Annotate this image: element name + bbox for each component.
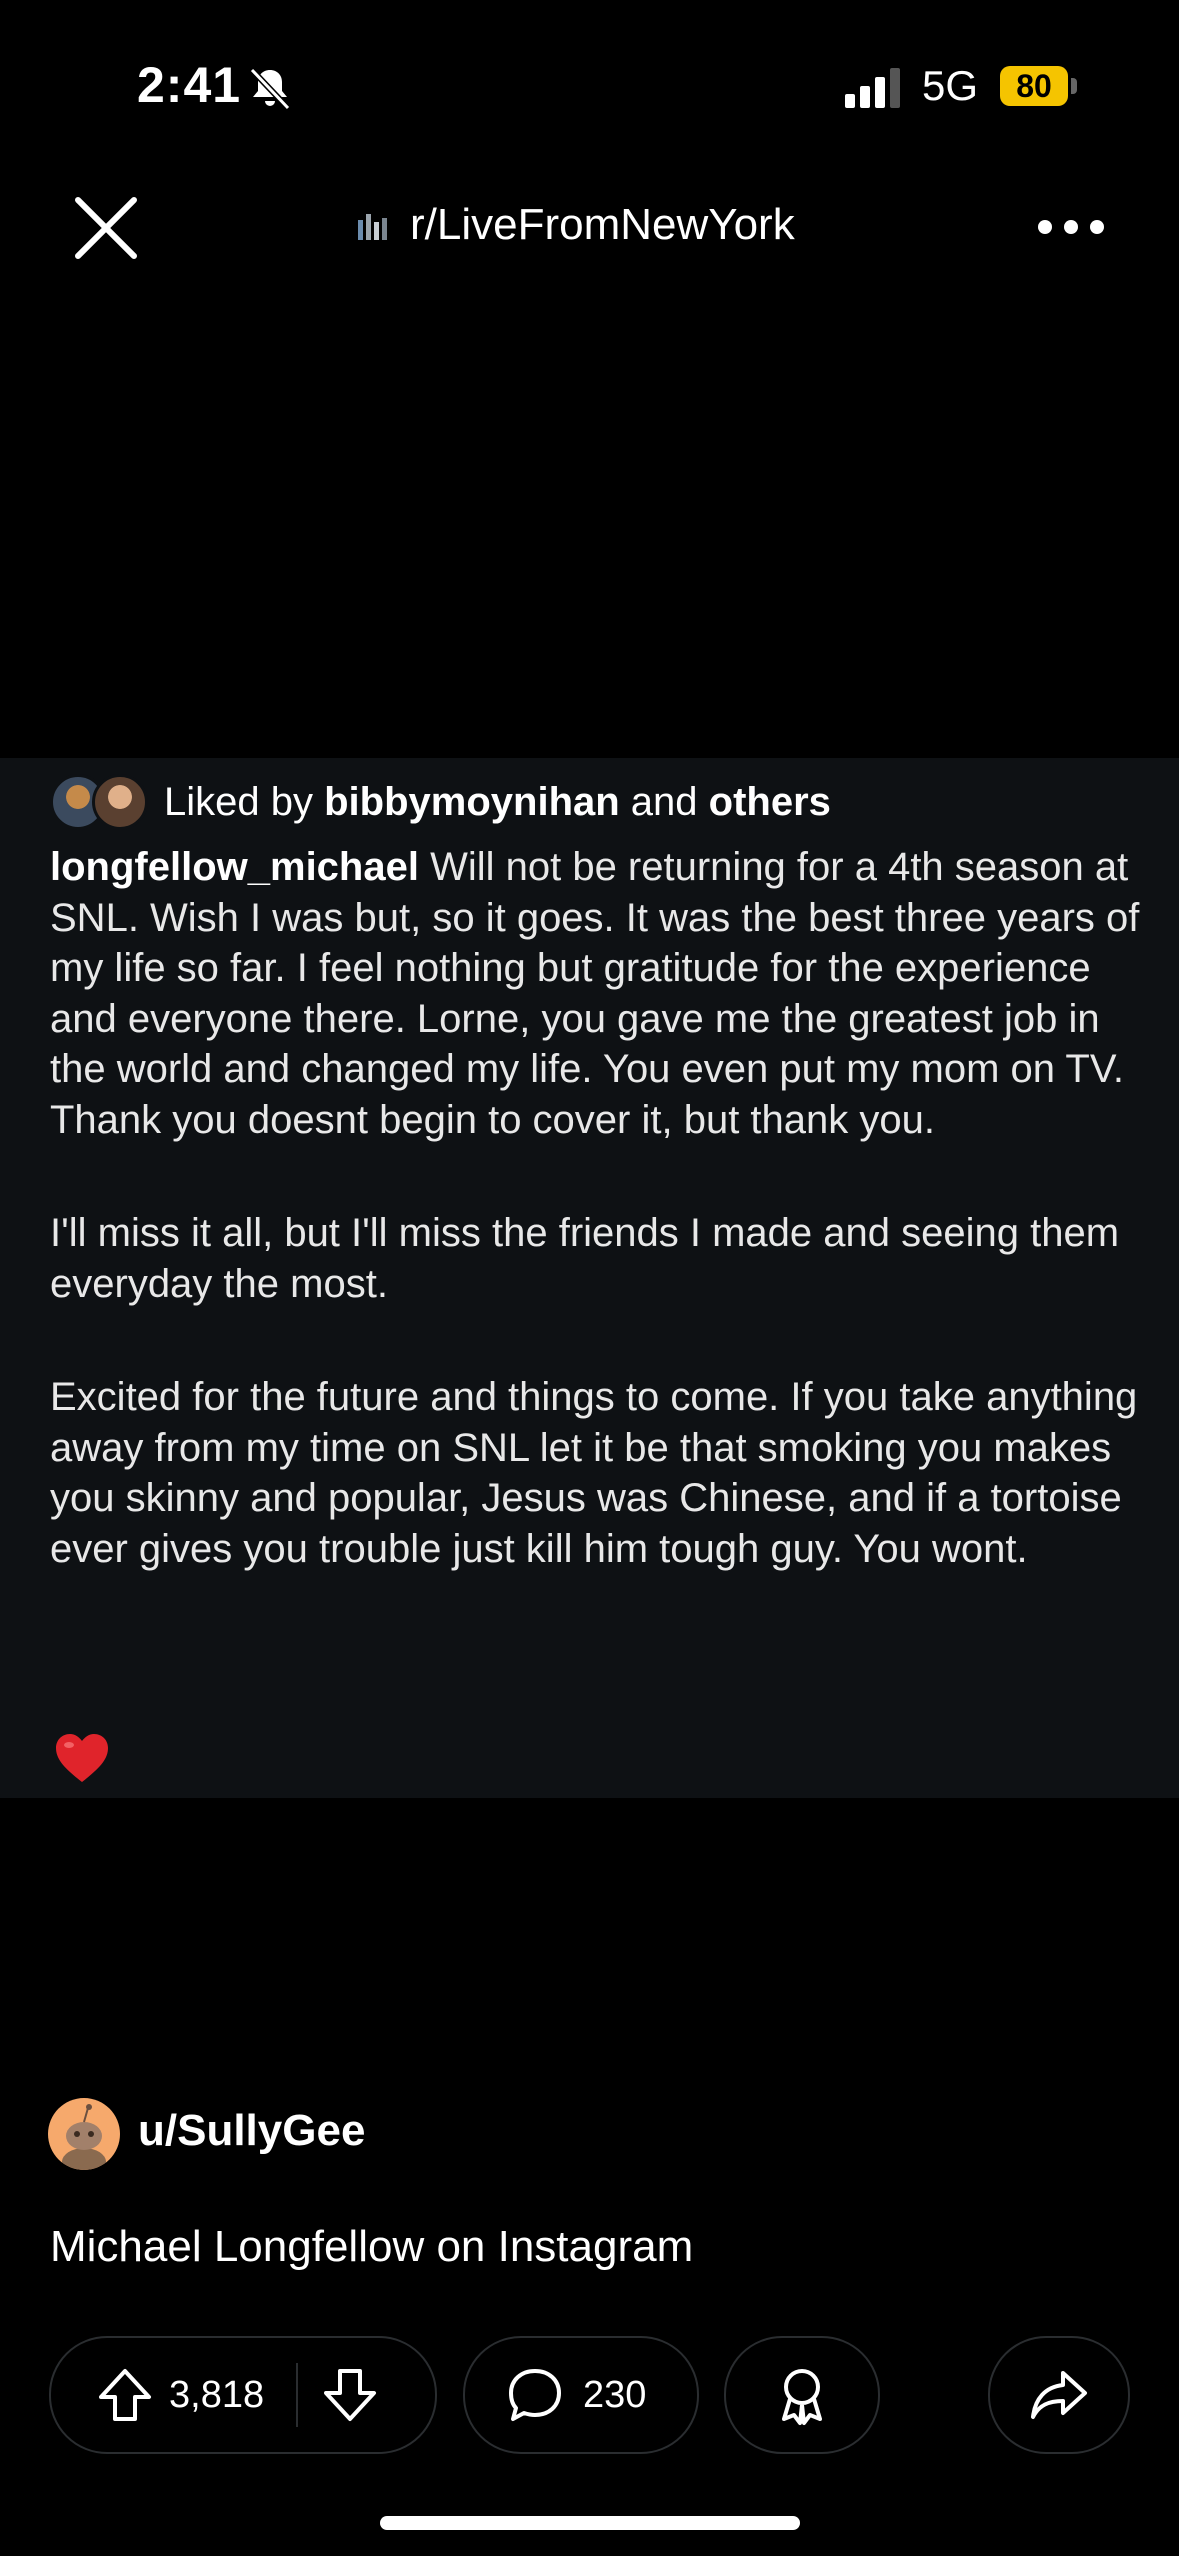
comment-icon <box>509 2369 561 2421</box>
liked-by-row: Liked by bibbymoynihan and others <box>50 772 831 832</box>
subreddit-icon <box>358 214 387 240</box>
liker-avatar-2 <box>92 774 148 830</box>
vote-control: 3,818 <box>49 2336 437 2454</box>
close-button[interactable] <box>70 192 142 264</box>
vote-divider <box>296 2363 299 2427</box>
network-label: 5G <box>922 62 979 109</box>
status-time: 2:41 <box>137 57 242 113</box>
author-avatar[interactable] <box>48 2098 120 2170</box>
signal-icon <box>845 68 900 108</box>
liked-by-text: Liked by bibbymoynihan and others <box>164 779 831 824</box>
caption-text: longfellow_michael Will not be returning… <box>50 842 1150 1637</box>
home-indicator[interactable] <box>380 2516 800 2530</box>
upvote-icon[interactable] <box>95 2365 155 2425</box>
caption-paragraph-3: Excited for the future and things to com… <box>50 1375 1138 1571</box>
caption-paragraph-1: longfellow_michael Will not be returning… <box>50 845 1140 1142</box>
award-button[interactable] <box>724 2336 880 2454</box>
liked-by-others: others <box>708 779 831 824</box>
battery-indicator: 80 <box>1000 66 1068 106</box>
heart-icon <box>56 1734 108 1782</box>
comments-button[interactable]: 230 <box>463 2336 699 2454</box>
downvote-icon[interactable] <box>320 2365 380 2425</box>
liked-by-user: bibbymoynihan <box>324 779 620 824</box>
award-icon <box>782 2369 822 2425</box>
snoo-avatar-icon <box>62 2104 106 2170</box>
post-title: Michael Longfellow on Instagram <box>50 2222 694 2271</box>
caption-paragraph-2: I'll miss it all, but I'll miss the frie… <box>50 1211 1120 1306</box>
battery-tip <box>1071 78 1077 94</box>
upvote-count: 3,818 <box>169 2373 265 2416</box>
more-options-icon[interactable] <box>1036 210 1106 244</box>
share-button[interactable] <box>988 2336 1130 2454</box>
author-name[interactable]: u/SullyGee <box>138 2106 365 2156</box>
share-icon <box>1031 2371 1087 2419</box>
subreddit-name[interactable]: r/LiveFromNewYork <box>410 200 795 250</box>
comment-count: 230 <box>583 2373 647 2416</box>
caption-username: longfellow_michael <box>50 845 419 889</box>
bell-off-icon <box>249 67 291 111</box>
